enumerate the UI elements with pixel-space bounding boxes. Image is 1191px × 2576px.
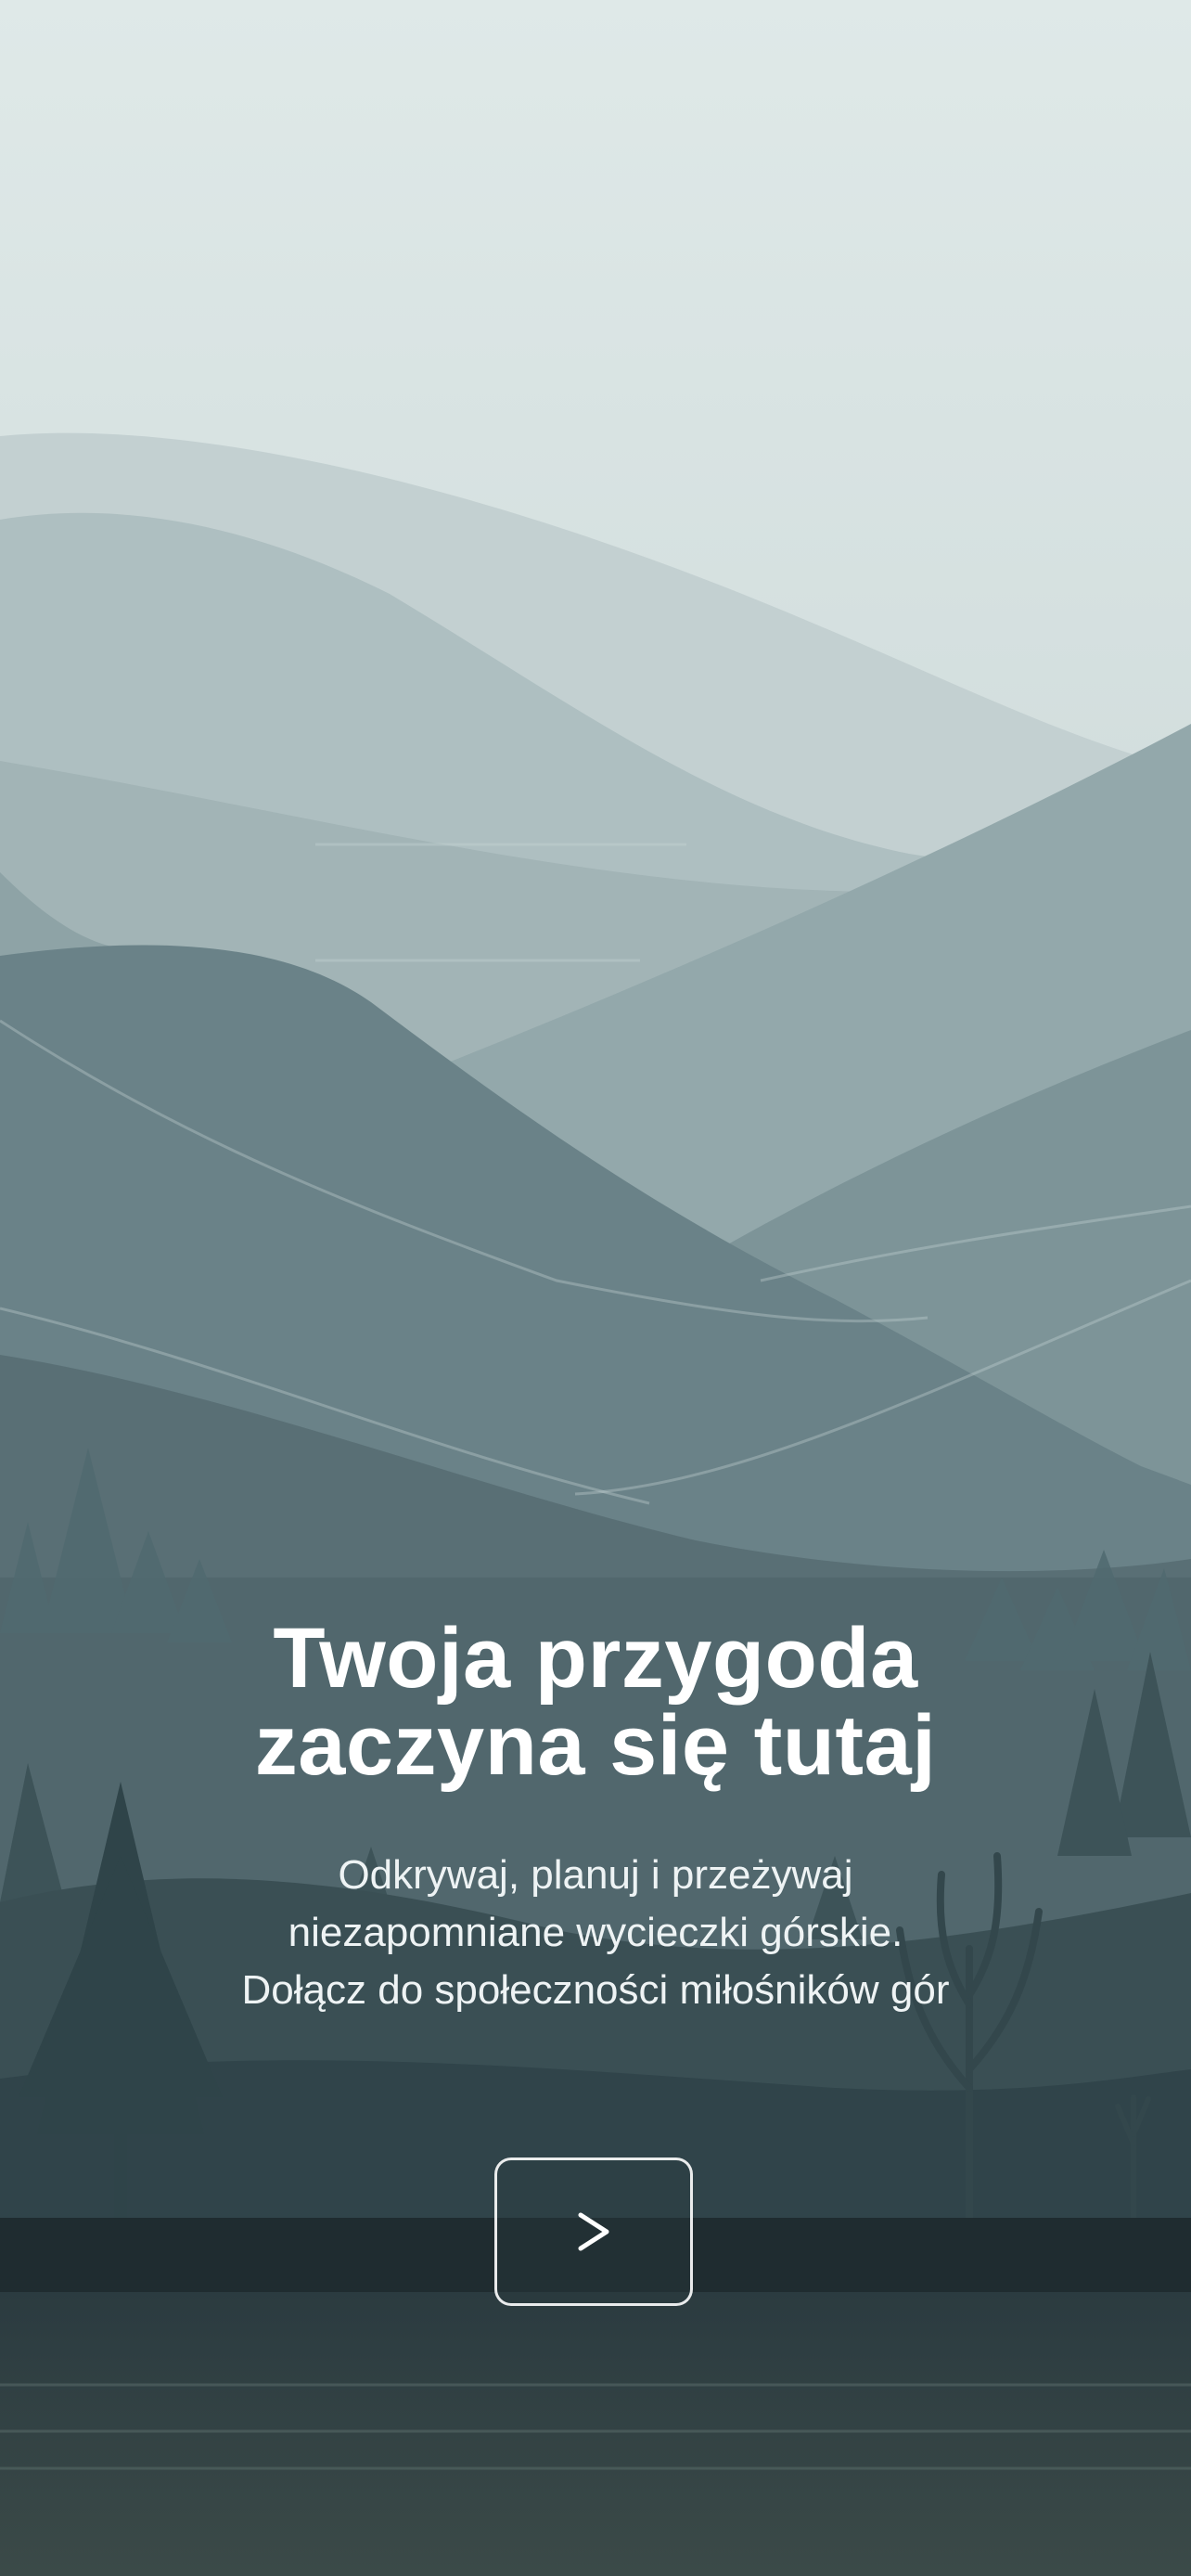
- subtitle-line-1: Odkrywaj, planuj i przeżywaj: [338, 1852, 853, 1898]
- chevron-right-icon: [575, 2210, 612, 2253]
- onboarding-screen: Twoja przygoda zaczyna się tutaj Odkrywa…: [0, 0, 1191, 2576]
- subtitle: Odkrywaj, planuj i przeżywaj niezapomnia…: [76, 1847, 1115, 2019]
- subtitle-line-2: niezapomniane wycieczki górskie.: [288, 1910, 903, 1955]
- headline-line-2: zaczyna się tutaj: [254, 1698, 937, 1793]
- next-button[interactable]: [494, 2157, 693, 2306]
- headline: Twoja przygoda zaczyna się tutaj: [85, 1615, 1106, 1789]
- subtitle-line-3: Dołącz do społeczności miłośników gór: [241, 1967, 950, 2013]
- onboarding-text: Twoja przygoda zaczyna się tutaj Odkrywa…: [0, 1615, 1191, 2019]
- headline-line-1: Twoja przygoda: [273, 1611, 918, 1706]
